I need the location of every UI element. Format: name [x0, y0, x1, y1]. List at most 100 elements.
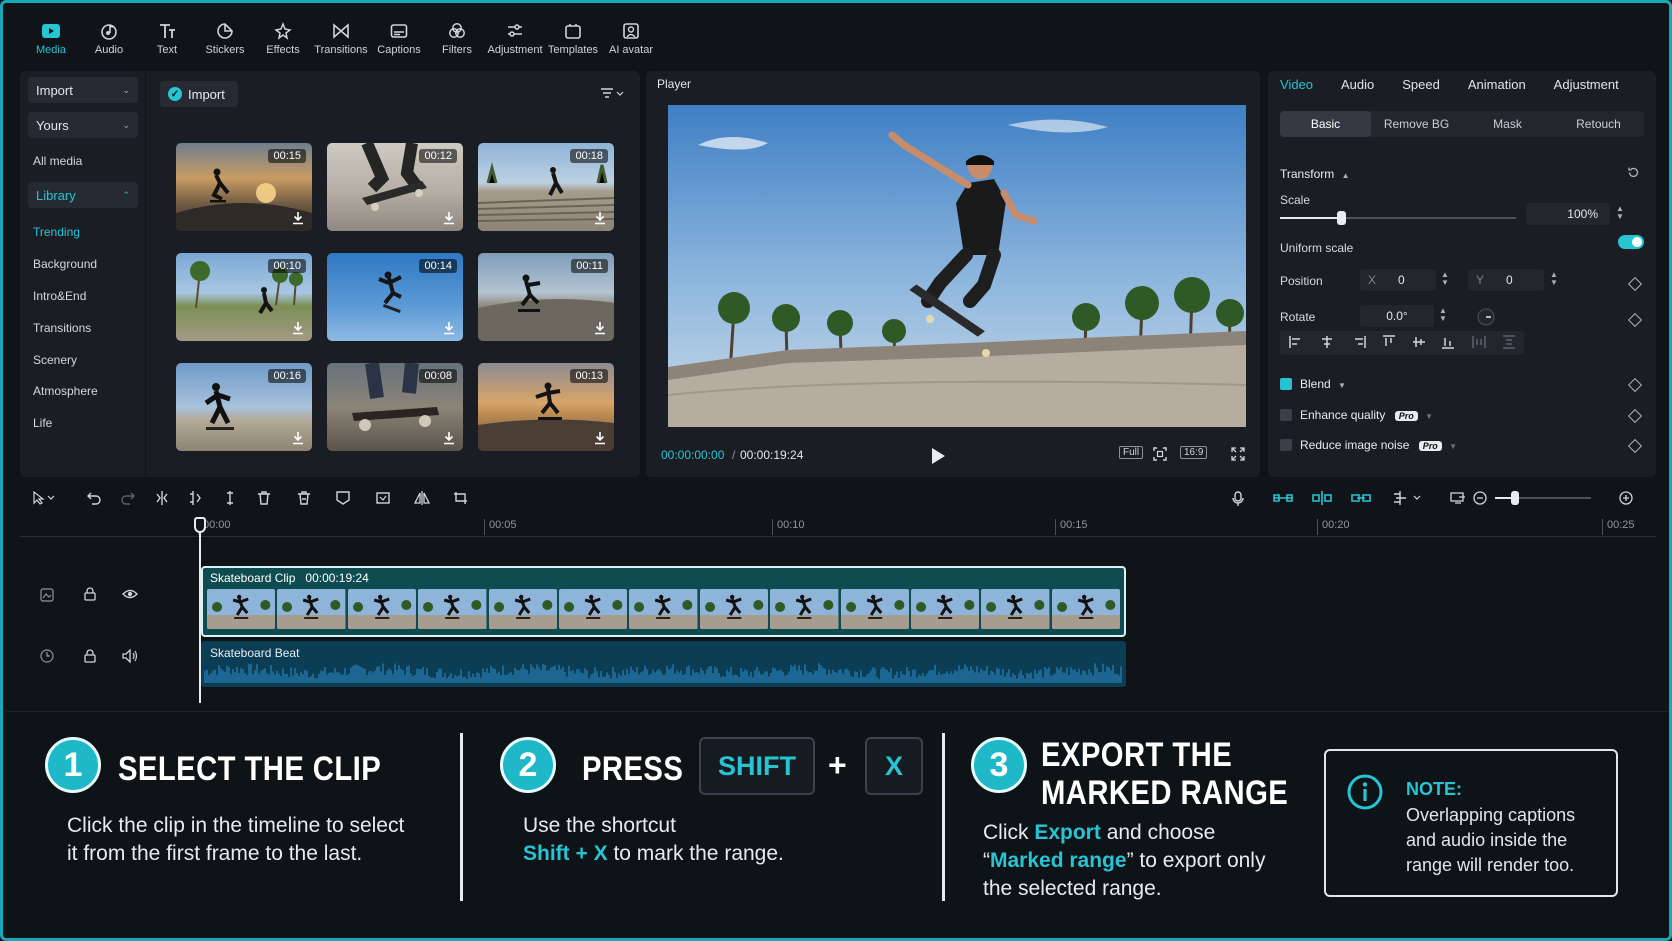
uniform-scale-toggle[interactable] — [1618, 235, 1644, 249]
align-right-icon[interactable] — [1352, 335, 1366, 351]
position-x-stepper[interactable]: ▲ ▼ — [1440, 271, 1450, 289]
position-y-stepper[interactable]: ▲ ▼ — [1549, 271, 1559, 289]
tab-audio[interactable]: Audio — [1341, 77, 1374, 92]
rotate-input[interactable]: 0.0° — [1360, 305, 1434, 327]
media-thumbnail[interactable]: 00:11 — [478, 253, 614, 341]
video-preview[interactable] — [668, 105, 1246, 427]
marker-icon[interactable] — [336, 491, 350, 508]
sidebar-item-transitions[interactable]: Transitions — [33, 321, 91, 335]
select-cursor-icon[interactable] — [33, 490, 55, 508]
zoom-in-icon[interactable] — [1619, 491, 1633, 508]
align-center-v-icon[interactable] — [1412, 335, 1425, 352]
split-icon[interactable] — [155, 491, 169, 508]
media-thumbnail[interactable]: 00:13 — [478, 363, 614, 451]
cover-icon[interactable] — [40, 588, 54, 605]
toolbar-effects[interactable]: Effects — [255, 15, 311, 61]
align-left-icon[interactable] — [1289, 335, 1303, 351]
speaker-icon[interactable] — [122, 648, 138, 666]
toolbar-filters[interactable]: Filters — [429, 15, 485, 61]
download-icon[interactable] — [593, 321, 607, 335]
toolbar-templates[interactable]: Templates — [545, 15, 601, 61]
rotate-stepper[interactable]: ▲ ▼ — [1438, 307, 1448, 325]
align-top-icon[interactable] — [1383, 334, 1396, 352]
sidebar-item-background[interactable]: Background — [33, 257, 97, 271]
import-dropdown[interactable]: Import ⌄ — [28, 77, 138, 103]
delete-gap-icon[interactable] — [297, 491, 311, 508]
media-thumbnail[interactable]: 00:15 — [176, 143, 312, 231]
blend-keyframe-icon[interactable] — [1627, 377, 1643, 393]
mirror-icon[interactable] — [413, 491, 431, 508]
eye-icon[interactable] — [122, 588, 138, 603]
download-icon[interactable] — [442, 431, 456, 445]
reduce-noise-keyframe-icon[interactable] — [1627, 438, 1643, 454]
download-icon[interactable] — [291, 211, 305, 225]
enhance-quality-checkbox[interactable] — [1280, 409, 1292, 421]
download-icon[interactable] — [291, 321, 305, 335]
lock-icon[interactable] — [84, 649, 96, 666]
toolbar-captions[interactable]: Captions — [371, 15, 427, 61]
download-icon[interactable] — [442, 321, 456, 335]
timeline-ruler[interactable]: 00:00 00:05 00:10 00:15 00:20 00:25 — [20, 517, 1656, 537]
download-icon[interactable] — [593, 431, 607, 445]
full-quality-button[interactable]: Full — [1119, 446, 1144, 459]
align-bottom-icon[interactable] — [1442, 335, 1455, 352]
tab-speed[interactable]: Speed — [1402, 77, 1440, 92]
fullscreen-icon[interactable] — [1231, 447, 1245, 464]
sidebar-item-intro-end[interactable]: Intro&End — [33, 289, 86, 303]
import-button[interactable]: ✓ Import — [160, 81, 238, 107]
trim-left-icon[interactable] — [189, 491, 203, 508]
scale-input[interactable]: 100% — [1526, 203, 1610, 225]
media-thumbnail[interactable]: 00:16 — [176, 363, 312, 451]
subtab-retouch[interactable]: Retouch — [1553, 111, 1644, 137]
sidebar-item-scenery[interactable]: Scenery — [33, 353, 77, 367]
media-thumbnail[interactable]: 00:08 — [327, 363, 463, 451]
zoom-out-icon[interactable] — [1473, 491, 1487, 508]
subtab-mask[interactable]: Mask — [1462, 111, 1553, 137]
sidebar-item-all-media[interactable]: All media — [33, 154, 82, 168]
toolbar-media[interactable]: Media — [23, 15, 79, 61]
enhance-keyframe-icon[interactable] — [1627, 408, 1643, 424]
zoom-slider-thumb[interactable] — [1511, 491, 1519, 505]
audio-clock-icon[interactable] — [40, 649, 54, 666]
media-thumbnail[interactable]: 00:12 — [327, 143, 463, 231]
download-icon[interactable] — [442, 211, 456, 225]
reduce-noise-row[interactable]: Reduce image noise Pro ▼ — [1300, 438, 1457, 452]
media-thumbnail[interactable]: 00:10 — [176, 253, 312, 341]
rotate-clip-icon[interactable] — [453, 491, 469, 508]
playhead-handle[interactable] — [194, 517, 206, 533]
position-y-input[interactable]: Y 0 — [1468, 269, 1544, 291]
reduce-noise-checkbox[interactable] — [1280, 439, 1292, 451]
undo-icon[interactable] — [87, 491, 101, 508]
position-x-input[interactable]: X 0 — [1360, 269, 1436, 291]
distribute-h-icon[interactable] — [1472, 335, 1486, 351]
fit-timeline-icon[interactable] — [1450, 491, 1466, 508]
position-keyframe-icon[interactable] — [1627, 276, 1643, 292]
scale-slider-thumb[interactable] — [1337, 211, 1346, 225]
play-icon[interactable] — [930, 447, 946, 468]
media-thumbnail[interactable]: 00:14 — [327, 253, 463, 341]
toolbar-text[interactable]: Text — [139, 15, 195, 61]
subtab-basic[interactable]: Basic — [1280, 111, 1371, 137]
toolbar-stickers[interactable]: Stickers — [197, 15, 253, 61]
video-clip[interactable]: Skateboard Clip 00:00:19:24 — [201, 566, 1126, 637]
tab-animation[interactable]: Animation — [1468, 77, 1526, 92]
audio-clip[interactable]: Skateboard Beat — [201, 641, 1126, 687]
link-main-track-icon[interactable] — [1273, 491, 1293, 508]
blend-checkbox[interactable] — [1280, 378, 1292, 390]
trim-right-icon[interactable] — [223, 491, 237, 508]
sidebar-item-atmosphere[interactable]: Atmosphere — [33, 384, 98, 398]
toolbar-transitions[interactable]: Transitions — [313, 15, 369, 61]
scale-stepper[interactable]: ▲ ▼ — [1615, 205, 1625, 223]
subtab-remove-bg[interactable]: Remove BG — [1371, 111, 1462, 137]
tab-adjustment[interactable]: Adjustment — [1554, 77, 1619, 92]
tab-video[interactable]: Video — [1280, 77, 1313, 92]
yours-dropdown[interactable]: Yours ⌄ — [28, 112, 138, 138]
focus-frame-icon[interactable] — [1153, 447, 1167, 464]
distribute-v-icon[interactable] — [1503, 334, 1516, 352]
toolbar-audio[interactable]: Audio — [81, 15, 137, 61]
blend-section-header[interactable]: Blend ▼ — [1300, 377, 1346, 391]
sidebar-item-life[interactable]: Life — [33, 416, 52, 430]
aspect-ratio-button[interactable]: 16:9 — [1180, 446, 1208, 459]
rotate-dial-icon[interactable] — [1477, 308, 1495, 329]
enhance-quality-row[interactable]: Enhance quality Pro ▼ — [1300, 408, 1433, 422]
